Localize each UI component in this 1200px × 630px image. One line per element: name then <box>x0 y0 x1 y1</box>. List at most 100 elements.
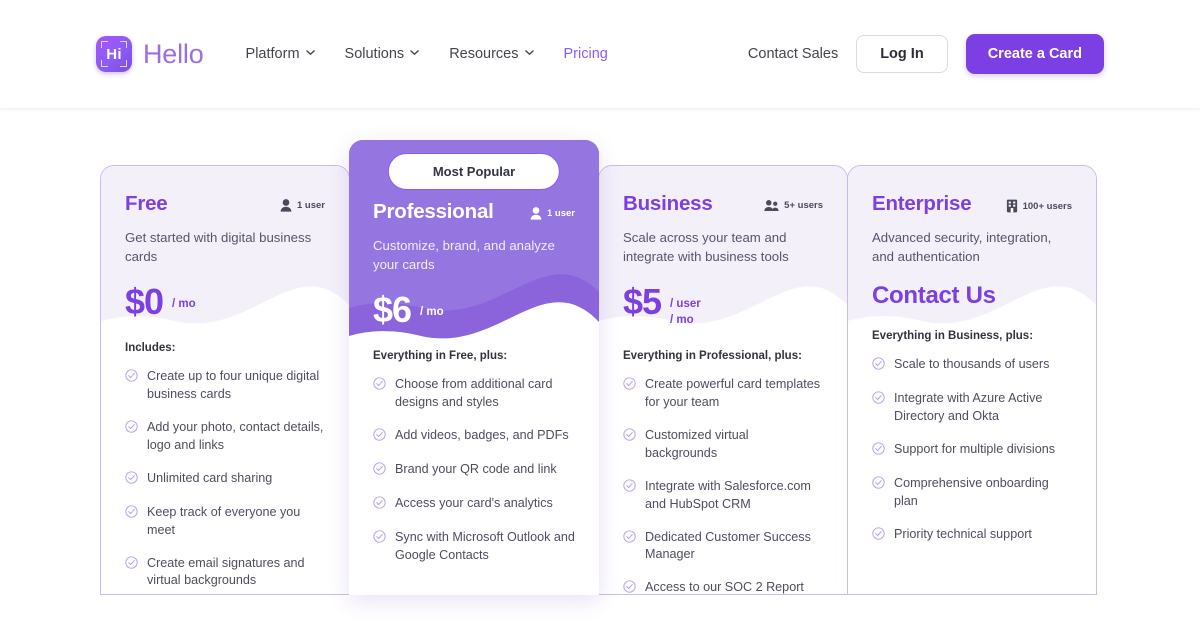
plan-tagline: Customize, brand, and analyze your cards <box>373 238 555 273</box>
feature-item: Integrate with Azure Active Directory an… <box>872 390 1072 426</box>
feature-item: Sync with Microsoft Outlook and Google C… <box>373 529 575 565</box>
check-circle-icon <box>872 476 885 511</box>
feature-text: Comprehensive onboarding plan <box>894 476 1049 508</box>
plan-price: $0 <box>125 281 164 323</box>
features-list: Scale to thousands of users Integrate wit… <box>872 356 1072 545</box>
feature-item: Keep track of everyone you meet <box>125 504 325 540</box>
plan-price-period-line: / mo <box>172 298 196 311</box>
single-user-icon <box>530 207 542 220</box>
feature-item: Unlimited card sharing <box>125 470 325 489</box>
chevron-down-icon <box>524 48 534 57</box>
plan-price-row: Contact Us <box>872 284 1072 308</box>
logo-mark-text: Hi <box>106 45 122 63</box>
features-list: Create powerful card templates for your … <box>623 376 823 594</box>
check-circle-icon <box>872 442 885 460</box>
plan-price-period: / mo <box>172 284 196 313</box>
plan-user-count-label: 100+ users <box>1022 200 1072 212</box>
nav-item-resources[interactable]: Resources <box>449 46 534 62</box>
plan-price-period-line: / user <box>670 298 701 311</box>
plan-price-row: $5 / user / mo <box>623 284 823 328</box>
feature-item: Create powerful card templates for your … <box>623 376 823 412</box>
check-circle-icon <box>373 496 386 514</box>
hihello-logo-icon: Hi <box>96 36 132 72</box>
check-circle-icon <box>125 555 138 591</box>
plan-user-count-label: 1 user <box>547 208 575 219</box>
feature-item: Create up to four unique digital busines… <box>125 368 325 404</box>
feature-item: Create email signatures and virtual back… <box>125 555 325 591</box>
check-circle-icon <box>373 530 386 565</box>
nav-item-solutions[interactable]: Solutions <box>345 46 420 62</box>
nav-label-pricing: Pricing <box>563 46 608 62</box>
plan-title-row: Professional 1 user <box>373 200 575 224</box>
features-heading: Everything in Free, plus: <box>373 350 508 363</box>
nav-item-platform[interactable]: Platform <box>246 46 315 62</box>
feature-text: Choose from additional card designs and … <box>395 377 553 410</box>
feature-item: Scale to thousands of users <box>872 356 1072 375</box>
plan-name: Business <box>623 192 713 215</box>
card-header: Free 1 user Get started with digital busin… <box>101 166 349 320</box>
check-circle-icon <box>373 377 386 412</box>
main-nav: Platform Solutions Resources Pricing <box>246 46 608 62</box>
check-circle-icon <box>623 529 636 565</box>
feature-text: Create up to four unique digital busines… <box>147 369 320 402</box>
feature-item: Comprehensive onboarding plan <box>872 475 1072 511</box>
features-heading: Everything in Business, plus: <box>872 330 1034 343</box>
card-header: Business 5+ users Scale across your team a… <box>599 166 847 328</box>
feature-text: Integrate with Salesforce.com and HubSpo… <box>645 478 811 511</box>
features-heading: Everything in Professional, plus: <box>623 350 802 363</box>
plan-tagline: Advanced security, integration, and auth… <box>872 230 1052 265</box>
check-circle-icon <box>872 357 885 375</box>
feature-text: Integrate with Azure Active Directory an… <box>894 391 1043 424</box>
feature-item: Choose from additional card designs and … <box>373 376 575 412</box>
nav-label-solutions: Solutions <box>344 46 405 62</box>
feature-item: Add videos, badges, and PDFs <box>373 427 575 446</box>
header-actions: Contact Sales Log In Create a Card <box>748 34 1104 74</box>
feature-text: Access your card's analytics <box>395 496 553 511</box>
pricing-card-professional[interactable]: Most Popular Professional 1 user Customize,… <box>349 140 599 595</box>
feature-text: Customized virtual backgrounds <box>645 428 749 460</box>
most-popular-badge: Most Popular <box>387 153 561 190</box>
feature-item: Brand your QR code and link <box>373 461 575 480</box>
chevron-down-icon <box>305 48 315 57</box>
nav-label-platform: Platform <box>245 46 300 62</box>
pricing-card-enterprise[interactable]: Enterprise 100+ users Advanced security, i… <box>847 165 1097 595</box>
check-circle-icon <box>872 527 885 545</box>
nav-item-pricing[interactable]: Pricing <box>564 46 608 62</box>
plan-price: $6 <box>373 289 412 331</box>
features-heading: Includes: <box>125 342 176 355</box>
feature-item: Support for multiple divisions <box>872 441 1072 460</box>
check-circle-icon <box>125 369 138 404</box>
pricing-card-business[interactable]: Business 5+ users Scale across your team a… <box>598 165 848 595</box>
site-header: Hi Hello Platform Solutions Resources Pr… <box>0 0 1200 108</box>
feature-text: Add your photo, contact details, logo an… <box>147 420 324 452</box>
logo-wordmark: Hello <box>143 38 204 69</box>
plan-price: $5 <box>623 281 662 323</box>
feature-text: Create email signatures and virtual back… <box>147 555 305 588</box>
nav-label-resources: Resources <box>449 46 519 62</box>
feature-text: Scale to thousands of users <box>894 357 1050 372</box>
feature-text: Support for multiple divisions <box>894 442 1055 457</box>
feature-item: Dedicated Customer Success Manager <box>623 529 823 565</box>
check-circle-icon <box>872 391 885 426</box>
feature-text: Priority technical support <box>894 526 1032 541</box>
create-a-card-button[interactable]: Create a Card <box>965 34 1104 74</box>
plan-price-period-line: / mo <box>420 306 444 319</box>
login-button[interactable]: Log In <box>856 35 948 73</box>
brand-logo[interactable]: Hi Hello <box>96 36 204 72</box>
plan-user-count: 1 user <box>530 200 575 220</box>
plan-name: Enterprise <box>872 192 972 215</box>
feature-text: Unlimited card sharing <box>147 470 273 485</box>
check-circle-icon <box>125 471 138 489</box>
feature-item: Integrate with Salesforce.com and HubSpo… <box>623 478 823 514</box>
check-circle-icon <box>373 428 386 446</box>
contact-sales-link[interactable]: Contact Sales <box>748 46 838 62</box>
feature-item: Add your photo, contact details, logo an… <box>125 419 325 455</box>
feature-item: Customized virtual backgrounds <box>623 427 823 463</box>
pricing-card-free[interactable]: Free 1 user Get started with digital busin… <box>100 165 350 595</box>
single-user-icon <box>280 199 292 212</box>
plan-price: Contact Us <box>872 282 996 310</box>
plan-tagline: Scale across your team and integrate wit… <box>623 230 789 265</box>
multi-user-icon <box>764 199 779 212</box>
feature-text: Create powerful card templates for your … <box>645 377 820 410</box>
plan-tagline: Get started with digital business cards <box>125 230 312 265</box>
